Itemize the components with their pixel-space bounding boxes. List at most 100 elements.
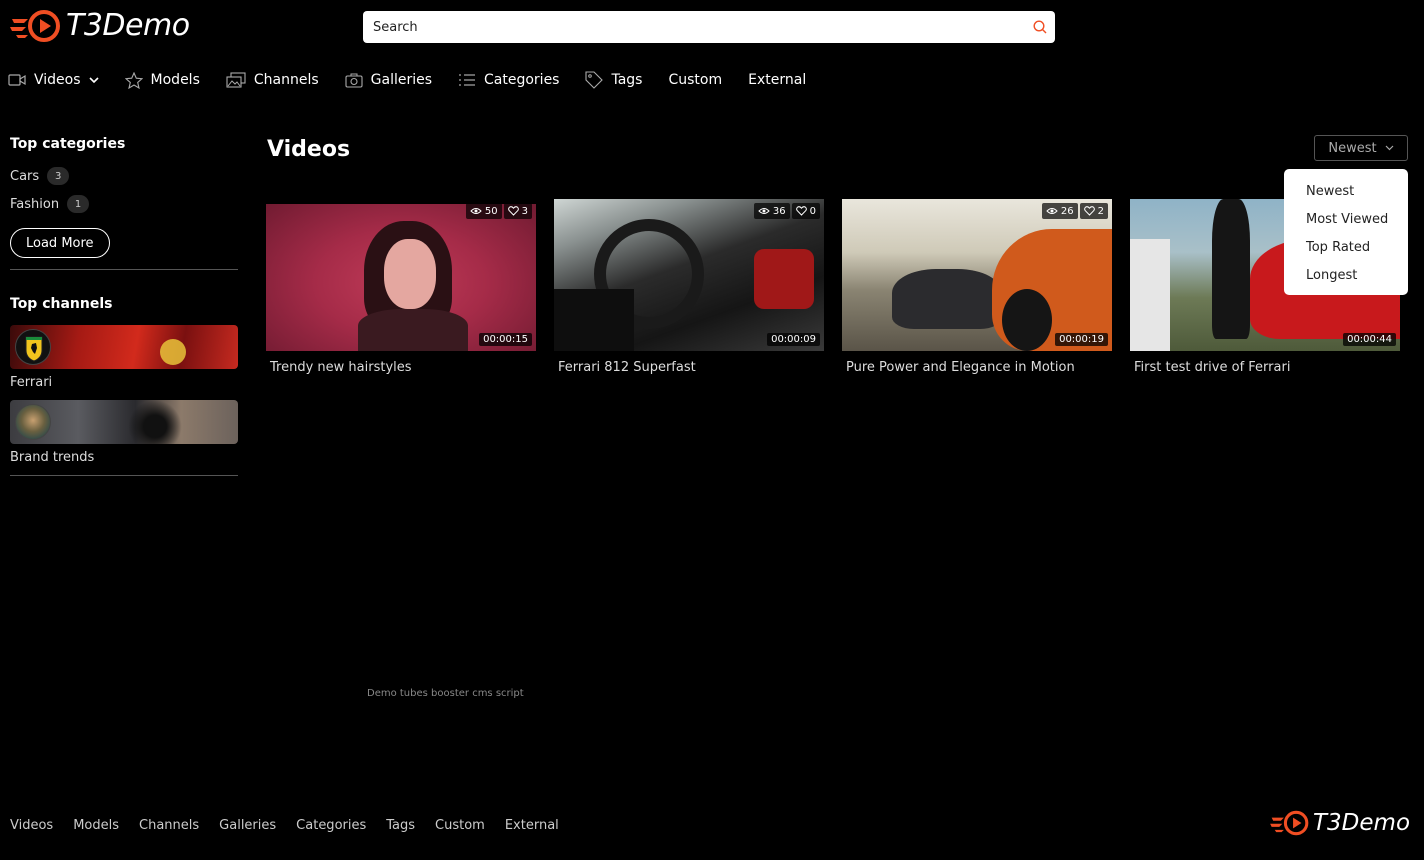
likes-count: 2: [1097, 205, 1104, 217]
flame-play-logo-icon: [10, 9, 60, 42]
sort-selected-label: Newest: [1328, 140, 1377, 156]
nav-item-videos[interactable]: Videos: [8, 72, 99, 88]
footer-logo[interactable]: T3Demo: [1270, 810, 1410, 836]
nav-item-custom[interactable]: Custom: [668, 72, 722, 88]
sort-select[interactable]: Newest: [1314, 135, 1408, 161]
views-stat: 26: [1041, 203, 1078, 219]
channel-avatar: [15, 329, 51, 365]
video-stats: 26 2: [1041, 203, 1108, 219]
footer-logo-text: T3Demo: [1313, 810, 1411, 836]
video-stats: 50 3: [465, 203, 532, 219]
channel-name[interactable]: Ferrari: [10, 375, 238, 390]
eye-icon: [1046, 208, 1058, 214]
video-card[interactable]: 26 2 00:00:19 Pure Power and Elegance in…: [842, 199, 1112, 375]
load-more-button[interactable]: Load More: [10, 228, 110, 258]
search-bar: [363, 11, 1055, 43]
nav-item-models[interactable]: Models: [124, 71, 200, 89]
channel-name[interactable]: Brand trends: [10, 450, 238, 465]
video-card[interactable]: 50 3 00:00:15 Trendy new hairstyles: [266, 199, 536, 375]
likes-count: 0: [809, 205, 816, 217]
views-count: 50: [484, 205, 498, 217]
sort-option-most-viewed[interactable]: Most Viewed: [1284, 205, 1408, 233]
category-item-cars[interactable]: Cars 3: [10, 166, 238, 186]
video-thumbnail[interactable]: 26 2 00:00:19: [842, 199, 1112, 351]
tag-icon: [585, 71, 604, 89]
video-title[interactable]: Ferrari 812 Superfast: [554, 360, 824, 375]
likes-count: 3: [521, 205, 528, 217]
nav-label: Galleries: [370, 72, 433, 88]
page-title: Videos: [267, 137, 351, 162]
views-count: 36: [772, 205, 786, 217]
list-icon: [459, 74, 476, 86]
video-duration: 00:00:19: [1055, 333, 1108, 346]
channel-banner[interactable]: [10, 325, 238, 369]
footer-link-custom[interactable]: Custom: [435, 818, 485, 833]
sort-dropdown-menu: Newest Most Viewed Top Rated Longest: [1284, 169, 1408, 295]
footer-link-galleries[interactable]: Galleries: [219, 818, 276, 833]
likes-stat: 0: [791, 203, 820, 219]
views-stat: 50: [465, 203, 502, 219]
channel-item-ferrari[interactable]: Ferrari: [10, 325, 238, 390]
video-thumbnail[interactable]: 50 3 00:00:15: [266, 199, 536, 351]
channel-item-brand-trends[interactable]: Brand trends: [10, 400, 238, 465]
chevron-down-icon: [88, 77, 99, 84]
nav-item-categories[interactable]: Categories: [458, 72, 559, 88]
channel-banner[interactable]: [10, 400, 238, 444]
video-duration: 00:00:44: [1343, 333, 1396, 346]
category-name: Cars: [10, 168, 40, 184]
top-channels-heading: Top channels: [10, 296, 113, 312]
site-logo-text: T3Demo: [66, 8, 190, 43]
heart-icon: [1083, 206, 1095, 216]
video-stats: 36 0: [753, 203, 820, 219]
search-input[interactable]: [363, 11, 1025, 43]
video-title[interactable]: First test drive of Ferrari: [1130, 360, 1400, 375]
images-icon: [226, 72, 246, 88]
sort-option-longest[interactable]: Longest: [1284, 261, 1408, 289]
video-card[interactable]: 36 0 00:00:09 Ferrari 812 Superfast: [554, 199, 824, 375]
category-item-fashion[interactable]: Fashion 1: [10, 194, 238, 214]
heart-icon: [507, 206, 519, 216]
eye-icon: [758, 208, 770, 214]
category-count-badge: 3: [47, 167, 70, 185]
nav-item-channels[interactable]: Channels: [226, 72, 319, 88]
sort-option-newest[interactable]: Newest: [1284, 177, 1408, 205]
category-name: Fashion: [10, 196, 60, 212]
video-thumbnail[interactable]: 36 0 00:00:09: [554, 199, 824, 351]
views-stat: 36: [753, 203, 790, 219]
search-icon[interactable]: [1025, 20, 1055, 34]
flame-play-logo-icon: [1270, 810, 1309, 836]
nav-label: Models: [150, 72, 200, 88]
footer-link-categories[interactable]: Categories: [296, 818, 366, 833]
video-duration: 00:00:09: [767, 333, 820, 346]
footer-link-external[interactable]: External: [505, 818, 559, 833]
nav-item-galleries[interactable]: Galleries: [345, 72, 432, 88]
sidebar-divider: [10, 269, 238, 270]
channel-avatar: [15, 404, 51, 440]
sidebar: Top categories Cars 3 Fashion 1 Load Mor…: [10, 136, 238, 476]
ferrari-shield-logo-icon: [25, 336, 43, 362]
heart-icon: [795, 206, 807, 216]
video-title[interactable]: Trendy new hairstyles: [266, 360, 536, 375]
top-categories-heading: Top categories: [10, 136, 126, 152]
footer-link-channels[interactable]: Channels: [139, 818, 199, 833]
sidebar-divider: [10, 475, 238, 476]
likes-stat: 2: [1079, 203, 1108, 219]
video-title[interactable]: Pure Power and Elegance in Motion: [842, 360, 1112, 375]
nav-item-external[interactable]: External: [748, 72, 806, 88]
site-logo[interactable]: T3Demo: [10, 8, 190, 43]
nav-label: Custom: [668, 72, 723, 88]
footer-link-videos[interactable]: Videos: [10, 818, 53, 833]
video-camera-icon: [8, 74, 26, 86]
footer-link-tags[interactable]: Tags: [386, 818, 415, 833]
views-count: 26: [1060, 205, 1074, 217]
chevron-down-icon: [1385, 145, 1394, 151]
nav-label: Videos: [34, 72, 81, 88]
camera-icon: [345, 73, 363, 88]
footer-nav: Videos Models Channels Galleries Categor…: [10, 818, 559, 833]
video-duration: 00:00:15: [479, 333, 532, 346]
nav-label: Channels: [253, 72, 319, 88]
footer-link-models[interactable]: Models: [73, 818, 119, 833]
eye-icon: [470, 208, 482, 214]
sort-option-top-rated[interactable]: Top Rated: [1284, 233, 1408, 261]
nav-item-tags[interactable]: Tags: [585, 71, 642, 89]
